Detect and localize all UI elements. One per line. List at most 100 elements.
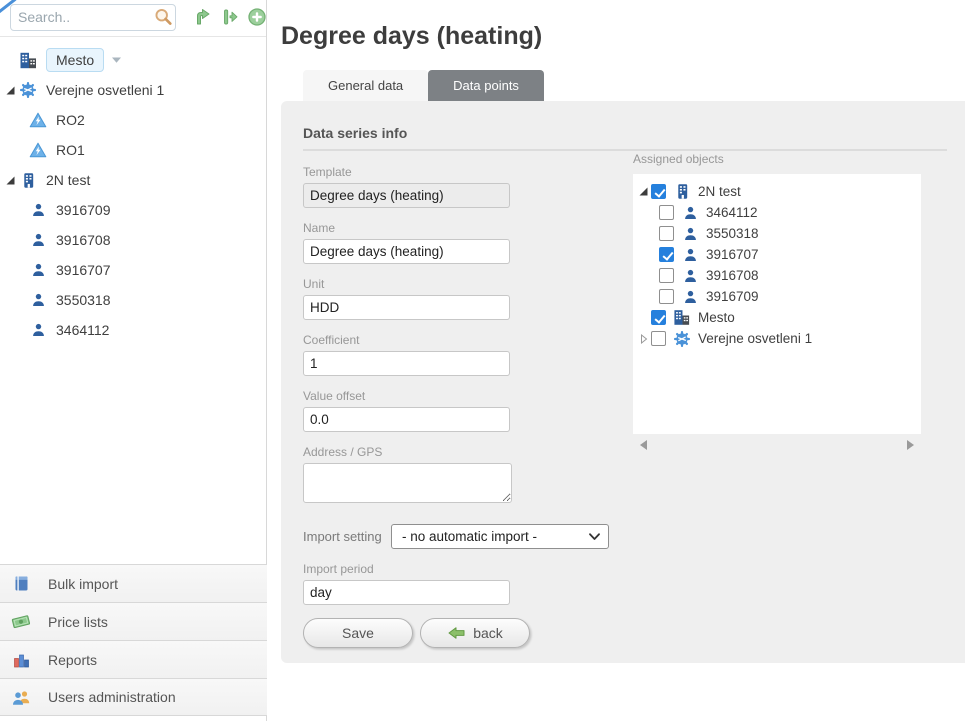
checkbox[interactable] bbox=[659, 247, 674, 262]
import-setting-label: Import setting bbox=[303, 529, 391, 544]
tree-item-verejne-osvetleni-1[interactable]: Verejne osvetleni 1 bbox=[633, 328, 921, 349]
section-head: Data series info bbox=[281, 101, 965, 151]
menu-item-label: Bulk import bbox=[48, 576, 118, 592]
import-setting-select[interactable]: - no automatic import - bbox=[391, 524, 609, 549]
tree-item-verejne-osvetleni-1[interactable]: Verejne osvetleni 1 bbox=[0, 75, 266, 105]
collapse-branch-icon[interactable] bbox=[222, 7, 238, 27]
book-icon bbox=[11, 575, 31, 593]
tree-item-mesto[interactable]: Mesto bbox=[0, 45, 266, 75]
tree-item-3916709[interactable]: 3916709 bbox=[633, 286, 921, 307]
tree-item-2n-test[interactable]: 2N test bbox=[0, 165, 266, 195]
save-button[interactable]: Save bbox=[303, 618, 413, 648]
tree-item-label: RO1 bbox=[56, 142, 85, 158]
menu-item-label: Users administration bbox=[48, 689, 176, 705]
chevron-down-icon bbox=[589, 529, 600, 544]
expanded-expander-icon[interactable] bbox=[637, 187, 650, 196]
menu-item-bulk-import[interactable]: Bulk import bbox=[0, 564, 267, 602]
page-title: Degree days (heating) bbox=[281, 22, 965, 51]
checkbox[interactable] bbox=[659, 268, 674, 283]
menu-item-price-lists[interactable]: Price lists bbox=[0, 602, 267, 640]
person-icon bbox=[681, 288, 699, 305]
tree-item-label: 2N test bbox=[698, 184, 741, 199]
value-offset-field[interactable] bbox=[303, 407, 510, 432]
building-icon bbox=[673, 183, 691, 200]
chevron-down-icon[interactable] bbox=[111, 56, 122, 64]
building-icon bbox=[18, 171, 38, 189]
person-icon bbox=[681, 246, 699, 263]
tree-item-3550318[interactable]: 3550318 bbox=[0, 285, 266, 315]
back-arrow-icon bbox=[447, 626, 466, 640]
tree-item-3916709[interactable]: 3916709 bbox=[0, 195, 266, 225]
tree-item-3916707[interactable]: 3916707 bbox=[0, 255, 266, 285]
menu-item-users-administration[interactable]: Users administration bbox=[0, 678, 267, 716]
tab-data-points[interactable]: Data points bbox=[428, 70, 544, 101]
tree-item-label: RO2 bbox=[56, 112, 85, 128]
scroll-left-icon[interactable] bbox=[640, 440, 647, 450]
checkbox[interactable] bbox=[651, 331, 666, 346]
template-field bbox=[303, 183, 510, 208]
tree-item-3916708[interactable]: 3916708 bbox=[633, 265, 921, 286]
person-icon bbox=[681, 204, 699, 221]
import-setting-value: - no automatic import - bbox=[402, 529, 537, 544]
expanded-expander-icon[interactable] bbox=[4, 86, 17, 95]
money-icon bbox=[11, 613, 31, 631]
person-icon bbox=[28, 231, 48, 249]
tree-item-label: 3464112 bbox=[706, 205, 758, 220]
assigned-objects-tree: 2N test 3464112 3550318 3916707 391670839167… bbox=[633, 174, 921, 434]
tree-item-label: 3916707 bbox=[706, 247, 759, 262]
sidebar-menu: Bulk import Price lists Reports Users admin… bbox=[0, 564, 267, 716]
section-title: Data series info bbox=[303, 125, 947, 151]
bolt-icon bbox=[28, 111, 48, 129]
checkbox[interactable] bbox=[659, 226, 674, 241]
tree-item-label: Verejne osvetleni 1 bbox=[46, 82, 164, 98]
checkbox[interactable] bbox=[651, 184, 666, 199]
object-tree: Mesto Verejne osvetleni 1 RO2 RO1 2N test 391… bbox=[0, 37, 266, 345]
checkbox[interactable] bbox=[651, 310, 666, 325]
search-icon[interactable] bbox=[151, 7, 175, 28]
person-icon bbox=[681, 225, 699, 242]
name-field[interactable] bbox=[303, 239, 510, 264]
tab-general-data[interactable]: General data bbox=[303, 70, 428, 101]
menu-item-reports[interactable]: Reports bbox=[0, 640, 267, 678]
checkbox[interactable] bbox=[659, 205, 674, 220]
tabs: General data Data points bbox=[303, 70, 965, 101]
tree-item-3916708[interactable]: 3916708 bbox=[0, 225, 266, 255]
tree-item-label: Mesto bbox=[46, 48, 104, 72]
tree-item-3916707[interactable]: 3916707 bbox=[633, 244, 921, 265]
person-icon bbox=[28, 261, 48, 279]
save-button-label: Save bbox=[342, 625, 374, 641]
add-object-icon[interactable] bbox=[247, 7, 267, 27]
address-gps-textarea[interactable] bbox=[303, 463, 512, 503]
collapsed-expander-icon[interactable] bbox=[637, 334, 650, 344]
tree-item-label: 2N test bbox=[46, 172, 90, 188]
tree-item-2n-test[interactable]: 2N test bbox=[633, 181, 921, 202]
tree-item-3550318[interactable]: 3550318 bbox=[633, 223, 921, 244]
tree-item-3464112[interactable]: 3464112 bbox=[0, 315, 266, 345]
menu-item-label: Reports bbox=[48, 652, 97, 668]
tree-item-label: 3550318 bbox=[56, 292, 111, 308]
coefficient-field[interactable] bbox=[303, 351, 510, 376]
expanded-expander-icon[interactable] bbox=[4, 176, 17, 185]
tree-item-ro1[interactable]: RO1 bbox=[0, 135, 266, 165]
tree-item-label: 3464112 bbox=[56, 322, 109, 338]
back-button[interactable]: back bbox=[420, 618, 530, 648]
gear-icon bbox=[18, 81, 38, 99]
tree-item-3464112[interactable]: 3464112 bbox=[633, 202, 921, 223]
scroll-right-icon[interactable] bbox=[907, 440, 914, 450]
buildings-icon bbox=[673, 309, 691, 326]
tree-item-label: 3916707 bbox=[56, 262, 111, 278]
form-panel: Data series info Template Name Unit Coef… bbox=[281, 101, 965, 663]
tree-item-ro2[interactable]: RO2 bbox=[0, 105, 266, 135]
search-input[interactable] bbox=[11, 9, 151, 25]
import-period-field[interactable] bbox=[303, 580, 510, 605]
buildings-icon bbox=[18, 51, 38, 69]
chart-icon bbox=[11, 651, 31, 669]
back-button-label: back bbox=[473, 625, 503, 641]
tree-item-mesto[interactable]: Mesto bbox=[633, 307, 921, 328]
horizontal-scrollbar[interactable] bbox=[633, 435, 921, 455]
expand-branch-icon[interactable] bbox=[192, 7, 213, 27]
checkbox[interactable] bbox=[659, 289, 674, 304]
template-label: Template bbox=[303, 165, 613, 179]
unit-field[interactable] bbox=[303, 295, 510, 320]
person-icon bbox=[28, 291, 48, 309]
